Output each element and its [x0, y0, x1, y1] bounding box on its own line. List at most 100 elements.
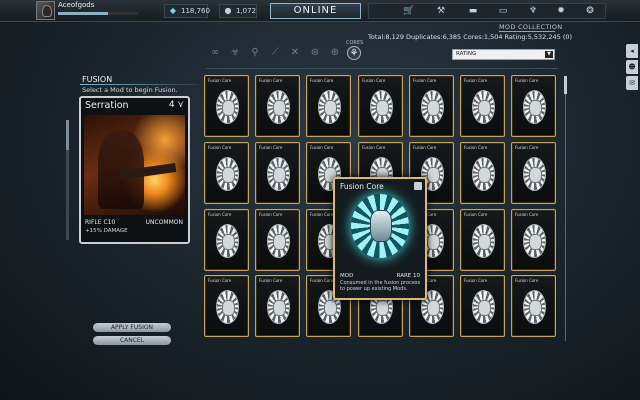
fusion-core-icon [523, 290, 546, 324]
sort-dropdown-value: RATING [456, 51, 477, 57]
card-label: Fusion Core [362, 145, 386, 150]
rifle-icon[interactable]: ⊕ [328, 46, 342, 60]
mod-rank: C10 [103, 219, 116, 226]
fusion-core-card[interactable]: Fusion Core [255, 209, 300, 271]
lamp-icon[interactable]: ♆ [521, 4, 545, 18]
mod-type: RIFLE C10 [85, 219, 115, 226]
fusion-core-card[interactable]: Fusion Core [358, 75, 403, 137]
crossed-blades-icon[interactable]: ✕ [288, 46, 302, 60]
warframe-icon[interactable]: ⚲ [248, 46, 262, 60]
top-bar: Aceofgods ◆ 118,760 ● 1,072 ONLINE 🛒 ⚒ ▬… [0, 0, 640, 22]
card-label: Fusion Core [362, 78, 386, 83]
grid-scrollbar[interactable] [564, 76, 567, 341]
cores-icon[interactable]: ⚘ [347, 46, 361, 60]
card-label: Fusion Core [515, 145, 539, 150]
mod-slot-scrollbar[interactable] [66, 120, 69, 240]
platinum-counter[interactable]: ◆ 118,760 [164, 4, 210, 18]
fusion-core-card[interactable]: Fusion Core [511, 142, 556, 204]
title-underline [499, 31, 555, 32]
card-label: Fusion Core [259, 212, 283, 217]
mod-name: Serration [85, 100, 129, 111]
profile-icon[interactable]: ☻ [626, 60, 638, 74]
card-label: Fusion Core [464, 278, 488, 283]
arsenal-icon[interactable]: ▬ [461, 4, 485, 18]
cores-filter-label: CORES [346, 40, 364, 46]
settings-icon[interactable]: ✹ [549, 4, 573, 18]
fusion-core-card[interactable]: Fusion Core [460, 275, 505, 337]
grid-scrollbar-thumb[interactable] [564, 76, 567, 94]
market-icon[interactable]: ▭ [491, 4, 515, 18]
claw-icon[interactable]: ⟋ [268, 46, 282, 60]
fusion-core-card[interactable]: Fusion Core [511, 209, 556, 271]
fusion-core-card[interactable]: Fusion Core [511, 275, 556, 337]
nav-icons: 🛒 ⚒ ▬ ▭ ♆ ✹ ❂ [368, 3, 606, 19]
polarity-icon: ⋎ [174, 100, 184, 110]
xp-bar-fill [58, 12, 108, 15]
username[interactable]: Aceofgods [58, 1, 94, 9]
card-label: Fusion Core [413, 145, 437, 150]
tooltip-rarity: RARE 10 [396, 273, 420, 279]
apply-fusion-button[interactable]: APPLY FUSION [93, 323, 171, 332]
cancel-button[interactable]: CANCEL [93, 336, 171, 345]
biohazard-icon[interactable]: ☣ [228, 46, 242, 60]
fusion-core-card[interactable]: Fusion Core [460, 209, 505, 271]
chat-icon[interactable]: ◂ [626, 44, 638, 58]
fusion-title: FUSION [82, 75, 113, 84]
fusion-core-card[interactable]: Fusion Core [255, 142, 300, 204]
fusion-core-icon [472, 157, 495, 191]
fusion-core-card[interactable]: Fusion Core [306, 75, 351, 137]
fusion-core-icon [216, 224, 239, 258]
sentinel-icon[interactable]: ⊛ [308, 46, 322, 60]
tooltip-type: MOD [340, 273, 354, 279]
card-label: Fusion Core [464, 145, 488, 150]
fusion-core-card[interactable]: Fusion Core [255, 275, 300, 337]
mod-artwork [84, 115, 185, 215]
fusion-core-card[interactable]: Fusion Core [511, 75, 556, 137]
mod-effect: +15% DAMAGE [85, 228, 128, 234]
fusion-core-icon [421, 90, 444, 124]
fusion-core-icon [472, 90, 495, 124]
cart-icon[interactable]: 🛒 [397, 4, 421, 18]
scrollbar-thumb[interactable] [66, 120, 69, 150]
infinity-icon[interactable]: ∞ [208, 46, 222, 60]
fusion-core-card[interactable]: Fusion Core [204, 275, 249, 337]
fusion-core-icon [318, 90, 341, 124]
chevron-down-icon: ▼ [545, 51, 553, 58]
fusion-instructions: Select a Mod to begin Fusion. [82, 86, 178, 94]
card-label: Fusion Core [208, 212, 232, 217]
mod-rarity: UNCOMMON [145, 219, 183, 226]
card-label: Fusion Core [310, 78, 334, 83]
card-label: Fusion Core [515, 278, 539, 283]
fusion-title-underline [80, 84, 198, 85]
fusion-core-icon [523, 157, 546, 191]
card-label: Fusion Core [515, 78, 539, 83]
fusion-core-card[interactable]: Fusion Core [255, 75, 300, 137]
options-icon[interactable]: ❂ [578, 4, 602, 18]
header-divider [206, 68, 558, 69]
avatar[interactable] [36, 1, 55, 20]
card-label: Fusion Core [208, 278, 232, 283]
fusion-core-icon [216, 90, 239, 124]
fusion-core-card[interactable]: Fusion Core [460, 142, 505, 204]
tooltip-name: Fusion Core [340, 182, 384, 191]
collection-stats: Total:8,129 Duplicates:6,385 Cores:1,504… [368, 33, 573, 41]
fusion-core-card[interactable]: Fusion Core [409, 75, 454, 137]
credits-counter[interactable]: ● 1,072 [219, 4, 257, 18]
fusion-core-icon [523, 90, 546, 124]
card-label: Fusion Core [464, 78, 488, 83]
xp-bar [58, 12, 138, 15]
fusion-core-card[interactable]: Fusion Core [460, 75, 505, 137]
inbox-icon[interactable]: ✉ [626, 76, 638, 90]
card-label: Fusion Core [259, 145, 283, 150]
fusion-core-card[interactable]: Fusion Core [204, 75, 249, 137]
card-label: Fusion Core [413, 78, 437, 83]
fusion-core-card[interactable]: Fusion Core [204, 209, 249, 271]
credits-value: 1,072 [236, 7, 257, 15]
card-label: Fusion Core [259, 78, 283, 83]
foundry-icon[interactable]: ⚒ [429, 4, 453, 18]
online-status-button[interactable]: ONLINE [270, 3, 361, 19]
fusion-core-card[interactable]: Fusion Core [204, 142, 249, 204]
fusion-core-icon [267, 290, 290, 324]
sort-dropdown[interactable]: RATING ▼ [452, 49, 555, 60]
selected-mod-card[interactable]: Serration 4 ⋎ RIFLE C10 UNCOMMON +15% DA… [79, 96, 190, 244]
